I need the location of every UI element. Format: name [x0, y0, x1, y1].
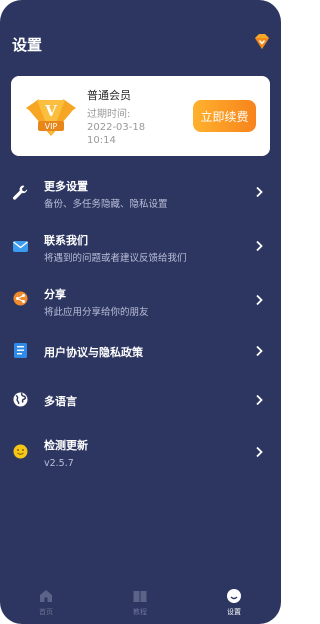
- chevron-right-icon: [256, 394, 263, 406]
- tab-label: 设置: [227, 608, 241, 616]
- menu-item-check-update[interactable]: 检测更新 v2.5.7: [0, 436, 281, 478]
- menu-title: 联系我们: [44, 234, 88, 247]
- app-version: v2.5.7: [44, 458, 74, 469]
- menu-item-share[interactable]: 分享 将此应用分享给你的朋友: [0, 284, 281, 326]
- menu-subtitle: 将此应用分享给你的朋友: [44, 307, 149, 318]
- menu-item-more-settings[interactable]: 更多设置 备份、多任务隐藏、隐私设置: [0, 176, 281, 218]
- tab-label: 首页: [39, 608, 53, 616]
- svg-text:VIP: VIP: [45, 122, 58, 131]
- menu-subtitle: 将遇到的问题或者建议反馈给我们: [44, 253, 187, 264]
- tab-tutorial[interactable]: 教程: [110, 582, 170, 624]
- chevron-right-icon: [256, 446, 263, 458]
- menu-item-language[interactable]: 多语言: [0, 387, 281, 429]
- svg-text:V: V: [44, 102, 57, 120]
- home-icon: [40, 590, 52, 602]
- page-title: 设置: [12, 36, 43, 54]
- book-icon: [133, 591, 147, 602]
- tab-home[interactable]: 首页: [16, 582, 76, 624]
- menu-title: 更多设置: [44, 180, 88, 193]
- document-icon: [14, 343, 27, 358]
- vip-card: V VIP 普通会员 过期时间: 2022-03-18 10:14 立即续费: [11, 76, 270, 156]
- chevron-right-icon: [256, 240, 263, 252]
- membership-title: 普通会员: [87, 89, 131, 102]
- share-icon: [13, 291, 28, 306]
- wrench-icon: [13, 185, 28, 200]
- vip-badge-icon: V VIP: [26, 99, 76, 136]
- expiry-info: 过期时间: 2022-03-18 10:14: [87, 108, 167, 147]
- bottom-tab-bar: 首页 教程 设置: [0, 582, 281, 624]
- chevron-right-icon: [256, 345, 263, 357]
- diamond-icon[interactable]: [251, 31, 273, 53]
- expiry-label: 过期时间:: [87, 109, 131, 120]
- menu-subtitle: 备份、多任务隐藏、隐私设置: [44, 199, 168, 210]
- tab-label: 教程: [133, 608, 147, 616]
- menu-item-user-agreement[interactable]: 用户协议与隐私政策: [0, 339, 281, 381]
- menu-title: 检测更新: [44, 439, 88, 452]
- mail-icon: [13, 241, 28, 252]
- update-icon: [13, 444, 28, 459]
- smile-icon: [227, 589, 241, 603]
- menu-title: 分享: [44, 288, 66, 301]
- chevron-right-icon: [256, 186, 263, 198]
- expiry-date: 2022-03-18: [87, 122, 146, 133]
- menu-item-contact-us[interactable]: 联系我们 将遇到的问题或者建议反馈给我们: [0, 230, 281, 272]
- expiry-time: 10:14: [87, 135, 116, 146]
- settings-screen: 设置 V VIP 普通会员 过期时间: 2022-03-18 10:14 立即续…: [0, 0, 281, 624]
- globe-icon: [13, 392, 28, 407]
- menu-title: 多语言: [44, 395, 77, 408]
- chevron-right-icon: [256, 294, 263, 306]
- tab-settings[interactable]: 设置: [204, 582, 264, 624]
- renew-button[interactable]: 立即续费: [193, 100, 256, 132]
- menu-title: 用户协议与隐私政策: [44, 346, 143, 359]
